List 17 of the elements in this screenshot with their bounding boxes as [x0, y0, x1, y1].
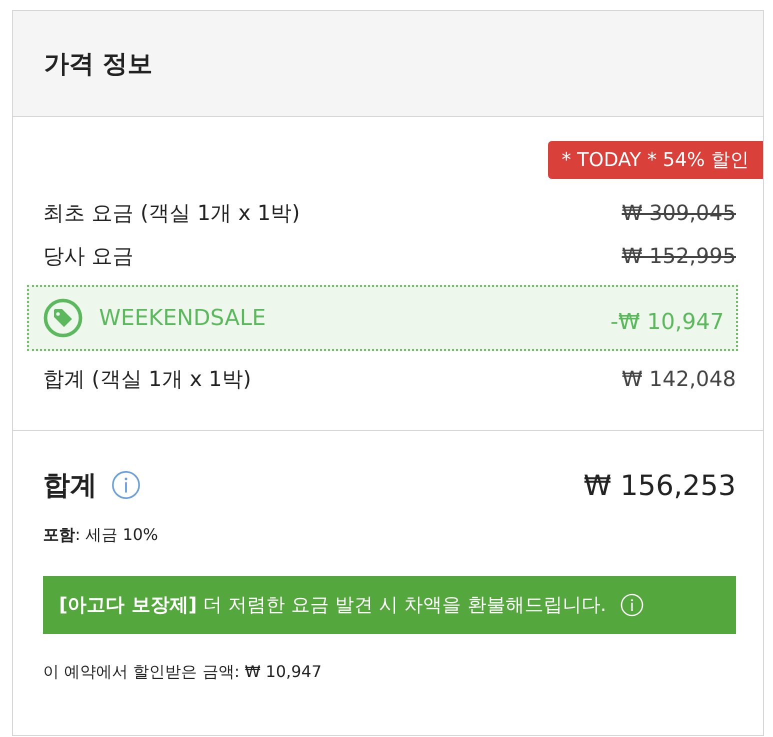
discount-badge: * TODAY * 54% 할인 — [548, 141, 763, 179]
savings-note: 이 예약에서 할인받은 금액: ₩ 10,947 — [43, 662, 323, 683]
price-label: 합계 (객실 1개 x 1박) — [43, 366, 252, 392]
section-title: 가격 정보 — [44, 48, 153, 80]
price-amount: ₩ 142,048 — [622, 366, 736, 390]
info-icon[interactable] — [111, 470, 141, 500]
price-amount: ₩ 152,995 — [622, 244, 736, 268]
price-label: 최초 요금 (객실 1개 x 1박) — [43, 200, 300, 226]
tax-note: 포함: 세금 10% — [43, 525, 160, 546]
total-amount: ₩ 156,253 — [584, 468, 736, 502]
tag-icon — [43, 298, 83, 338]
price-amount: ₩ 309,045 — [622, 200, 736, 224]
discount-amount: -₩ 10,947 — [610, 310, 724, 334]
price-label: 당사 요금 — [43, 242, 134, 270]
total-label: 합계 — [43, 469, 97, 503]
guarantee-text: [아고다 보장제] 더 저렴한 요금 발견 시 차액을 환불해드립니다. — [59, 593, 606, 618]
promo-code: WEEKENDSALE — [99, 306, 267, 330]
